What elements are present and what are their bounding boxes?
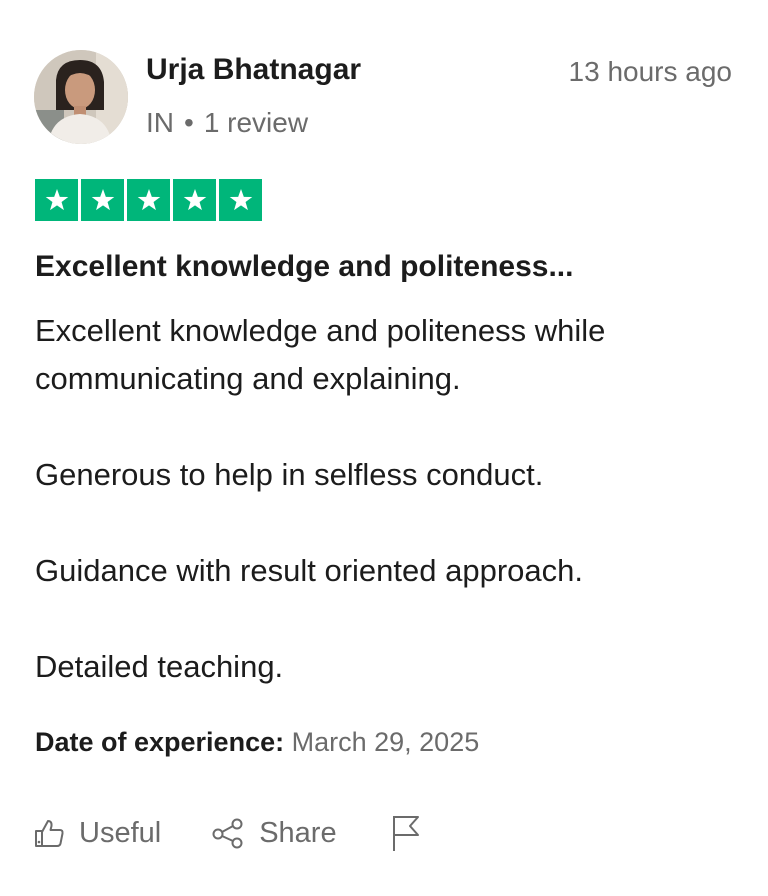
flag-icon (392, 816, 419, 851)
avatar-photo (34, 50, 128, 144)
thumbs-up-icon (35, 820, 64, 847)
star-icon (81, 179, 124, 221)
review-actions: Useful Share (33, 814, 421, 852)
star-icon (219, 179, 262, 221)
review-paragraph: Detailed teaching. (35, 649, 284, 684)
reviewer-name[interactable]: Urja Bhatnagar (146, 53, 361, 87)
share-icon (212, 818, 243, 849)
star-rating (35, 179, 262, 221)
date-of-experience: Date of experience: March 29, 2025 (35, 727, 479, 758)
experience-label: Date of experience: (35, 727, 285, 757)
review-time: 13 hours ago (568, 56, 732, 87)
useful-button[interactable]: Useful (33, 817, 161, 850)
meta-separator: • (184, 107, 194, 138)
review-paragraph: Excellent knowledge and politeness while… (35, 313, 606, 396)
review-paragraph: Guidance with result oriented approach. (35, 553, 583, 588)
share-label: Share (259, 816, 337, 849)
reviewer-country: IN (146, 107, 174, 138)
review-title[interactable]: Excellent knowledge and politeness... (35, 250, 573, 284)
star-icon (35, 179, 78, 221)
useful-label: Useful (79, 816, 162, 849)
reviewer-review-count: 1 review (203, 107, 309, 138)
star-icon (173, 179, 216, 221)
review-body: Excellent knowledge and politeness while… (35, 307, 735, 691)
experience-date: March 29, 2025 (291, 727, 480, 757)
avatar[interactable] (34, 50, 128, 144)
star-icon (127, 179, 170, 221)
review-paragraph: Generous to help in selfless conduct. (35, 457, 544, 492)
report-flag-button[interactable] (391, 814, 421, 852)
reviewer-meta: IN • 1 review (146, 107, 308, 139)
share-button[interactable]: Share (211, 816, 337, 850)
